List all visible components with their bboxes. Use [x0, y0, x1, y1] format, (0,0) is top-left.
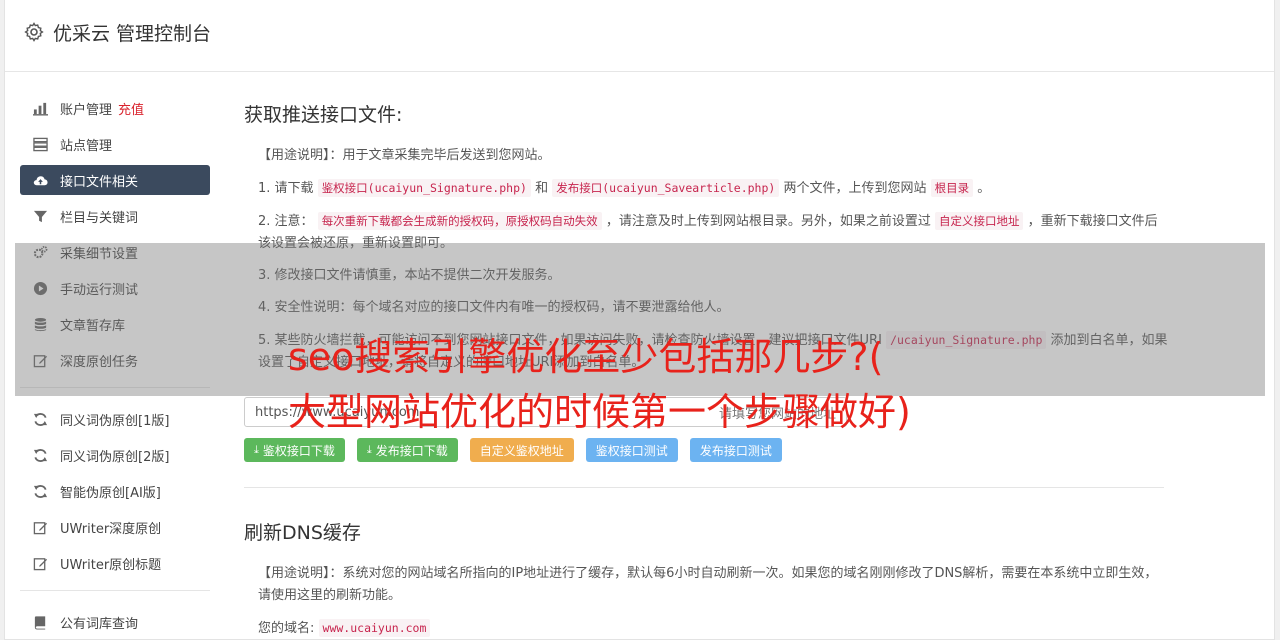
sidebar-item-label: UWriter原创标题: [60, 557, 162, 573]
gear-icon: [24, 22, 44, 42]
refresh-icon: [32, 411, 48, 427]
usage-note: 【用途说明】：用于文章采集完毕后发送到您网站。: [258, 148, 551, 163]
bar-chart-icon: [32, 100, 48, 116]
sidebar-item-label: 同义词伪原创[2版]: [60, 449, 170, 465]
sidebar-item-label: 接口文件相关: [60, 174, 139, 190]
regenerate-warning-code: 每次重新下载都会生成新的授权码，原授权码自动失效: [317, 212, 602, 230]
page-title: 优采云 管理控制台: [53, 23, 212, 45]
download-icon: ⤓: [254, 443, 259, 456]
section-divider: [244, 487, 1164, 488]
watermark-text-line-2: 大型网站优化的时候第一个步骤做好): [288, 390, 911, 434]
signature-file-code: 鉴权接口(ucaiyun_Signature.php): [317, 179, 531, 197]
book-icon: [32, 614, 48, 630]
refresh-icon: [32, 483, 48, 499]
custom-address-code: 自定义接口地址: [934, 212, 1024, 230]
sidebar-divider: [20, 590, 210, 591]
server-icon: [32, 136, 48, 152]
recharge-link[interactable]: 充值: [118, 99, 144, 118]
sidebar-item-synonym-v1[interactable]: 同义词伪原创[1版]: [20, 404, 210, 434]
root-dir-code: 根目录: [930, 179, 974, 197]
sidebar-item-label: 栏目与关键词: [60, 210, 139, 226]
sidebar-item-account[interactable]: 账户管理 充值: [20, 93, 210, 123]
sidebar-item-label: UWriter深度原创: [60, 521, 162, 537]
domain-label: 您的域名:: [258, 621, 315, 636]
sidebar-item-sites[interactable]: 站点管理: [20, 129, 210, 159]
header: 优采云 管理控制台: [5, 0, 1274, 72]
test-publish-button[interactable]: 发布接口测试: [689, 438, 782, 462]
domain-value: www.ucaiyun.com: [318, 619, 431, 637]
download-publish-button[interactable]: ⤓ 发布接口下载: [356, 438, 458, 462]
sidebar-item-label: 公有词库查询: [60, 616, 139, 632]
section-title: 获取推送接口文件:: [244, 104, 403, 126]
download-signature-button[interactable]: ⤓ 鉴权接口下载: [244, 438, 345, 462]
download-icon: ⤓: [366, 443, 372, 456]
cloud-upload-icon: [32, 172, 48, 188]
savearticle-file-code: 发布接口(ucaiyun_Savearticle.php): [552, 179, 780, 197]
sidebar-item-uwriter-title[interactable]: UWriter原创标题: [20, 548, 210, 578]
edit-icon: [32, 555, 48, 571]
section-title: 刷新DNS缓存: [244, 522, 361, 544]
sidebar-item-label: 同义词伪原创[1版]: [60, 413, 170, 429]
refresh-icon: [32, 447, 48, 463]
test-signature-button[interactable]: 鉴权接口测试: [585, 438, 678, 462]
sidebar-item-synonym-v2[interactable]: 同义词伪原创[2版]: [20, 440, 210, 470]
custom-auth-address-button[interactable]: 自定义鉴权地址: [469, 438, 574, 462]
sidebar-item-public-lexicon[interactable]: 公有词库查询: [20, 607, 210, 637]
sidebar-item-uwriter-deep[interactable]: UWriter深度原创: [20, 512, 210, 542]
dns-usage-note: 【用途说明】：系统对您的网站域名所指向的IP地址进行了缓存，默认每6小时自动刷新…: [258, 566, 1158, 603]
watermark-text-line-1: seo搜索引擎优化至少包括那几步?(: [288, 335, 884, 379]
sidebar-item-interface-files[interactable]: 接口文件相关: [20, 165, 210, 195]
domain-row: 您的域名: www.ucaiyun.com: [258, 617, 1169, 640]
step-1: 1. 请下载 鉴权接口(ucaiyun_Signature.php) 和 发布接…: [258, 179, 991, 197]
filter-icon: [32, 208, 48, 224]
sidebar-item-columns-keywords[interactable]: 栏目与关键词: [20, 201, 210, 231]
sidebar-item-label: 账户管理: [60, 102, 113, 118]
edit-icon: [32, 519, 48, 535]
sidebar-item-ai-rewrite[interactable]: 智能伪原创[AI版]: [20, 476, 210, 506]
action-buttons: ⤓ 鉴权接口下载 ⤓ 发布接口下载 自定义鉴权地址 鉴权接口测试 发布接口测试: [244, 438, 782, 462]
dns-cache-section: 刷新DNS缓存 【用途说明】：系统对您的网站域名所指向的IP地址进行了缓存，默认…: [244, 518, 1169, 640]
sidebar-item-label: 智能伪原创[AI版]: [60, 485, 161, 501]
sidebar-item-label: 站点管理: [60, 138, 113, 154]
